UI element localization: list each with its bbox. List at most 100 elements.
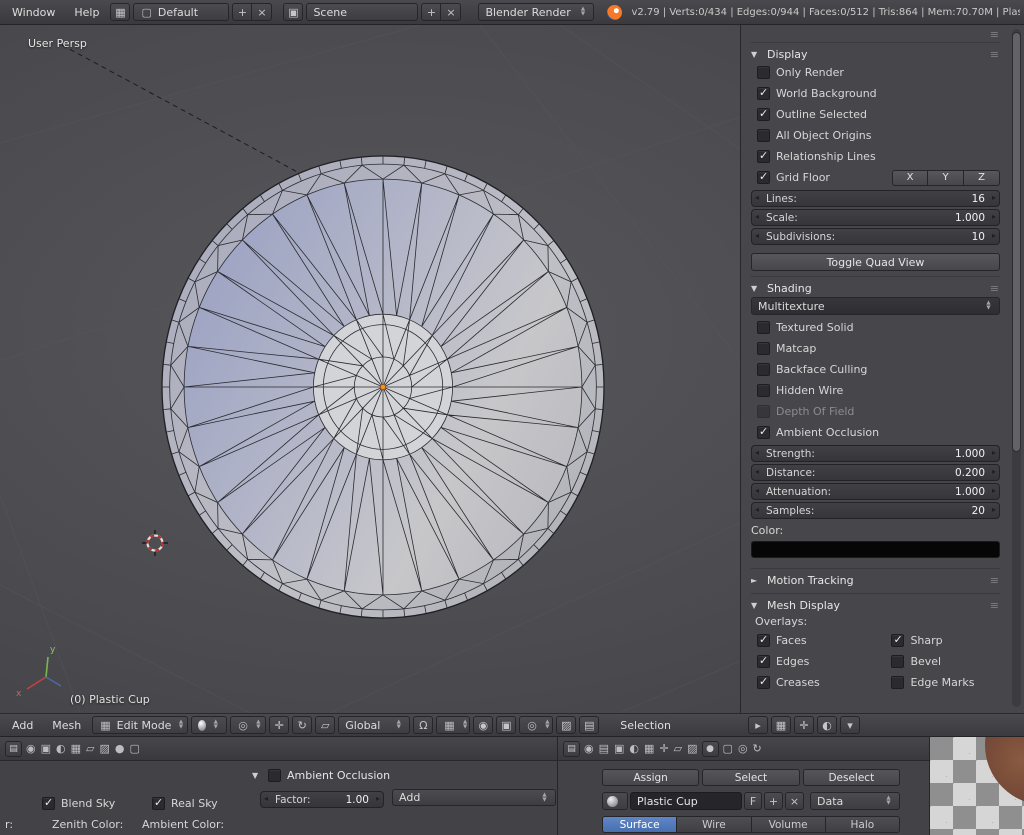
property-tab-layers-icon[interactable]: ▤ (598, 742, 610, 755)
editor-type-button[interactable]: ▤ (5, 741, 22, 757)
add-scene-button[interactable]: + (421, 3, 441, 21)
ao-enable-checkbox[interactable] (268, 769, 281, 782)
ao-world-panel-header[interactable]: ▼ Ambient Occlusion (252, 765, 390, 785)
property-tab-modifier-icon[interactable]: ▱ (673, 742, 683, 755)
property-tab-modifier-icon[interactable]: ▱ (85, 742, 95, 755)
only-render-checkbox[interactable] (757, 66, 770, 79)
property-tab-scene-icon[interactable]: ▣ (613, 742, 625, 755)
menu-help[interactable]: Help (66, 3, 107, 22)
add-layout-button[interactable]: + (232, 3, 252, 21)
material-name-field[interactable]: Plastic Cup (630, 792, 742, 810)
world-background-row[interactable]: World Background (751, 83, 1000, 104)
grid-floor-checkbox[interactable] (757, 171, 770, 184)
deselect-button[interactable]: Deselect (803, 769, 900, 786)
property-tab-particles-icon[interactable]: ◎ (737, 742, 749, 755)
all-object-origins-row[interactable]: All Object Origins (751, 125, 1000, 146)
outline-selected-checkbox[interactable] (757, 108, 770, 121)
delete-scene-button[interactable]: × (441, 3, 461, 21)
ao-color-swatch[interactable] (751, 541, 1000, 558)
world-background-checkbox[interactable] (757, 87, 770, 100)
blend-sky-checkbox[interactable] (42, 797, 55, 810)
blend-sky-row[interactable]: Blend Sky (36, 793, 115, 814)
ambient-occlusion-row[interactable]: Ambient Occlusion (751, 422, 1000, 443)
property-tab-render-icon[interactable]: ◉ (583, 742, 595, 755)
toggle-quad-view-button[interactable]: Toggle Quad View (751, 253, 1000, 271)
edge-marks-checkbox[interactable] (891, 676, 904, 689)
textured-solid-checkbox[interactable] (757, 321, 770, 334)
edges-checkbox[interactable] (757, 655, 770, 668)
matcap-checkbox[interactable] (757, 342, 770, 355)
snap-element-selector[interactable]: ▦ (436, 716, 470, 734)
property-tab-object-icon[interactable]: ▦ (70, 742, 82, 755)
transform-orientation-selector[interactable]: Global (338, 716, 410, 734)
real-sky-checkbox[interactable] (152, 797, 165, 810)
proportional-edit-selector[interactable]: ◎ (519, 716, 553, 734)
scene-selector[interactable]: Scene (306, 3, 418, 21)
menu-window[interactable]: Window (4, 3, 63, 22)
hidden-wire-checkbox[interactable] (757, 384, 770, 397)
snap-magnet-button[interactable]: Ω (413, 716, 433, 734)
property-tab-constraint-icon[interactable]: ✛ (658, 742, 669, 755)
manipulator-rotate-button[interactable]: ↻ (292, 716, 312, 734)
render-opengl-button[interactable]: ◉ (473, 716, 493, 734)
creases-checkbox[interactable] (757, 676, 770, 689)
ao-attenuation-slider[interactable]: Attenuation:1.000 (751, 483, 1000, 500)
grid-lines-slider[interactable]: Lines:16 (751, 190, 1000, 207)
backface-culling-checkbox[interactable] (757, 363, 770, 376)
shading-panel-header[interactable]: ▼ Shading ≡ (751, 276, 1000, 296)
data-link-dropdown[interactable]: Data (810, 792, 900, 810)
creases-row[interactable]: Creases (751, 672, 885, 693)
textured-solid-row[interactable]: Textured Solid (751, 317, 1000, 338)
screen-layout-selector[interactable]: ▢ Default (133, 3, 229, 21)
collapse-menus-icon[interactable]: ▸ (748, 716, 768, 734)
ao-samples-slider[interactable]: Samples:20 (751, 502, 1000, 519)
menu-mesh[interactable]: Mesh (44, 716, 89, 735)
viewport-shading-mode-dropdown[interactable]: Multitexture (751, 297, 1000, 315)
ao-distance-slider[interactable]: Distance:0.200 (751, 464, 1000, 481)
mode-selector[interactable]: ▦ Edit Mode (92, 716, 188, 734)
3d-viewport[interactable]: yx User Persp (0) Plastic Cup ≡ ▼ Displa… (0, 25, 1024, 713)
property-tab-world-icon[interactable]: ◐ (628, 742, 640, 755)
layers-icon[interactable]: ▦ (771, 716, 791, 734)
sharp-row[interactable]: Sharp (885, 630, 1000, 651)
mesh-wireframe[interactable]: yx (0, 25, 740, 713)
mesh-display-panel-header[interactable]: ▼ Mesh Display ≡ (751, 593, 1000, 613)
render-animation-button[interactable]: ▣ (496, 716, 516, 734)
property-tab-render-icon[interactable]: ◉ (25, 742, 37, 755)
ao-blend-mode-dropdown[interactable]: Add (392, 789, 556, 806)
editor-type-button[interactable]: ▦ (110, 3, 130, 21)
property-tab-scene-icon[interactable]: ▣ (40, 742, 52, 755)
panel-scrollbar[interactable] (1012, 29, 1021, 707)
material-browse-dropdown[interactable] (602, 792, 628, 810)
ao-factor-slider[interactable]: Factor: 1.00 (260, 791, 384, 808)
property-tab-object-icon[interactable]: ▦ (643, 742, 655, 755)
axis-y-button[interactable]: Y (928, 170, 964, 186)
relationship-lines-checkbox[interactable] (757, 150, 770, 163)
ao-strength-slider[interactable]: Strength:1.000 (751, 445, 1000, 462)
hidden-wire-row[interactable]: Hidden Wire (751, 380, 1000, 401)
pivot-point-selector[interactable]: ◎ (230, 716, 266, 734)
render-engine-selector[interactable]: Blender Render (478, 3, 594, 21)
real-sky-row[interactable]: Real Sky (146, 793, 218, 814)
pulldown-icon[interactable]: ▾ (840, 716, 860, 734)
ambient-occlusion-checkbox[interactable] (757, 426, 770, 439)
property-tab-texture-icon[interactable]: ▢ (129, 742, 141, 755)
property-tab-material-icon[interactable]: ● (702, 741, 719, 757)
sharp-checkbox[interactable] (891, 634, 904, 647)
manipulator-translate-button[interactable]: ✛ (269, 716, 289, 734)
only-render-row[interactable]: Only Render (751, 62, 1000, 83)
tab-surface[interactable]: Surface (602, 816, 677, 833)
matcap-row[interactable]: Matcap (751, 338, 1000, 359)
select-button[interactable]: Select (702, 769, 799, 786)
copy-down-icon[interactable]: ✛ (794, 716, 814, 734)
menu-add[interactable]: Add (4, 716, 41, 735)
edges-row[interactable]: Edges (751, 651, 885, 672)
all-object-origins-checkbox[interactable] (757, 129, 770, 142)
motion-tracking-panel-header[interactable]: ► Motion Tracking ≡ (751, 568, 1000, 588)
property-tab-world-icon[interactable]: ◐ (55, 742, 67, 755)
grid-scale-slider[interactable]: Scale:1.000 (751, 209, 1000, 226)
tab-halo[interactable]: Halo (826, 816, 900, 833)
viewport-shading-selector[interactable] (191, 716, 227, 734)
display-panel-header[interactable]: ▼ Display ≡ (751, 42, 1000, 62)
faces-row[interactable]: Faces (751, 630, 885, 651)
